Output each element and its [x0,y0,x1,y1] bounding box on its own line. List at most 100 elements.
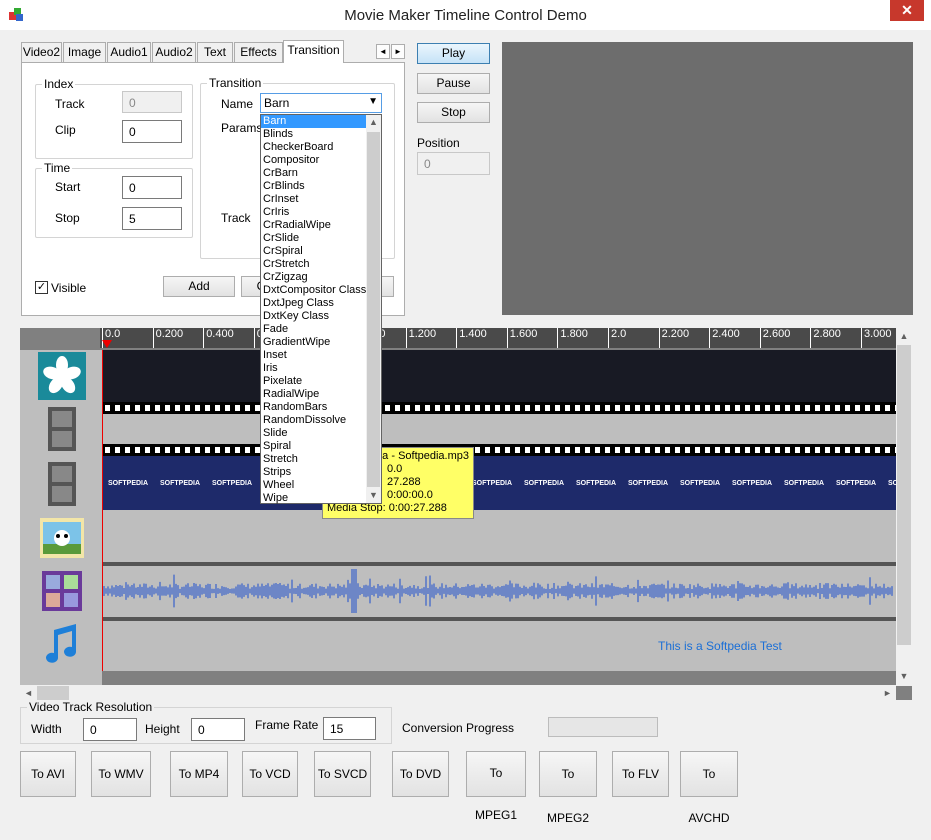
text-track[interactable]: This is a Softpedia Test [102,621,896,671]
video1-track[interactable] [102,414,896,444]
dropdown-item[interactable]: CrIris [261,206,381,219]
to-avi-button[interactable]: To AVI [20,751,76,797]
dropdown-item[interactable]: Iris [261,362,381,375]
visible-checkbox[interactable]: ✓ [35,281,48,294]
dropdown-item[interactable]: DxtJpeg Class [261,297,381,310]
dropdown-item[interactable]: CrBarn [261,167,381,180]
tab-image[interactable]: Image [63,42,106,62]
add-button[interactable]: Add [163,276,235,297]
scroll-right-icon[interactable]: ► [879,685,896,701]
to-wmv-button[interactable]: To WMV [91,751,151,797]
to-svcd-button[interactable]: To SVCD [314,751,371,797]
dropdown-item[interactable]: CrBlinds [261,180,381,193]
dropdown-item[interactable]: Spiral [261,440,381,453]
video2-track-icon [38,460,86,508]
horizontal-scroll-thumb[interactable] [37,686,69,700]
ruler-tick: 2.400 [709,328,740,348]
height-field[interactable]: 0 [191,718,245,741]
tab-scroll-right-button[interactable]: ► [391,44,405,59]
transition-track[interactable] [102,350,896,402]
start-field[interactable]: 0 [122,176,182,199]
tab-audio2[interactable]: Audio2 [152,42,196,62]
dropdown-item[interactable]: Compositor [261,154,381,167]
dropdown-scroll-thumb[interactable] [367,132,380,487]
transition-dropdown-list[interactable]: Barn Blinds CheckerBoard Compositor CrBarn Cr… [260,114,382,504]
video2-track[interactable]: SOFTPEDIA SOFTPEDIA SOFTPEDIA SOFTPEDIA SOFT… [102,456,896,510]
dropdown-item[interactable]: RandomDissolve [261,414,381,427]
dropdown-item[interactable]: Wipe [261,492,381,505]
playhead-marker[interactable] [102,340,112,348]
softpedia-label: SOFTPEDIA [108,480,149,487]
pause-button[interactable]: Pause [417,73,490,94]
dropdown-item[interactable]: CheckerBoard [261,141,381,154]
dropdown-item[interactable]: RandomBars [261,401,381,414]
tab-scroll-left-button[interactable]: ◄ [376,44,390,59]
scroll-left-icon[interactable]: ◄ [20,685,37,701]
dropdown-item[interactable]: Fade [261,323,381,336]
to-vcd-button[interactable]: To VCD [242,751,298,797]
tab-text[interactable]: Text [197,42,233,62]
transition-name-combo[interactable]: Barn ▼ [260,93,382,113]
dropdown-item[interactable]: Inset [261,349,381,362]
dropdown-scrollbar[interactable]: ▲ ▼ [366,115,381,503]
dropdown-item[interactable]: Blinds [261,128,381,141]
dropdown-item[interactable]: GradientWipe [261,336,381,349]
ruler-tick: 2.600 [759,328,790,348]
dropdown-item[interactable]: Stretch [261,453,381,466]
resolution-group-label: Video Track Resolution [27,700,155,714]
to-mpeg2-button[interactable]: To MPEG2 [539,751,597,825]
timeline-vertical-scrollbar[interactable]: ▲ ▼ [896,328,912,686]
scroll-up-icon[interactable]: ▲ [366,115,381,130]
scroll-down-icon[interactable]: ▼ [896,668,912,685]
tab-video2[interactable]: Video2 [21,42,62,62]
index-group: Index Track 0 Clip 0 [35,77,193,159]
dropdown-item[interactable]: Barn [261,115,367,128]
timeline-horizontal-scrollbar[interactable]: ◄ ► [20,685,896,701]
dropdown-item[interactable]: Wheel [261,479,381,492]
dropdown-item[interactable]: DxtCompositor Class [261,284,381,297]
video1-track-icon [38,405,86,453]
play-button[interactable]: Play [417,43,490,64]
height-label: Height [145,722,180,736]
width-field[interactable]: 0 [83,718,137,741]
dropdown-item[interactable]: CrZigzag [261,271,381,284]
ruler-tick: 2.0 [608,328,626,348]
softpedia-label: SOFTPEDIA [784,480,825,487]
vertical-scroll-thumb[interactable] [897,345,911,645]
tab-transition[interactable]: Transition [283,40,344,63]
tab-effects[interactable]: Effects [234,42,283,62]
clip-field[interactable]: 0 [122,120,182,143]
dropdown-item[interactable]: CrSpiral [261,245,381,258]
dropdown-item[interactable]: CrRadialWipe [261,219,381,232]
stop-field[interactable]: 5 [122,207,182,230]
conversion-progress-bar [548,717,658,737]
to-dvd-button[interactable]: To DVD [392,751,449,797]
time-group-label: Time [42,161,73,175]
audio-track-icon [38,567,86,615]
video1-filmstrip-top [102,402,896,414]
audio-track[interactable] [102,566,896,617]
image-track[interactable] [102,510,896,562]
dropdown-item[interactable]: CrSlide [261,232,381,245]
dropdown-item[interactable]: Slide [261,427,381,440]
to-avchd-button[interactable]: To AVCHD [680,751,738,825]
scroll-down-icon[interactable]: ▼ [366,488,381,503]
stop-button[interactable]: Stop [417,102,490,123]
scroll-up-icon[interactable]: ▲ [896,328,912,345]
clip-label: Clip [55,123,76,137]
tab-audio1[interactable]: Audio1 [107,42,151,62]
close-button[interactable]: ✕ [890,0,924,21]
ruler-tick: 0.400 [203,328,234,348]
dropdown-item[interactable]: CrStretch [261,258,381,271]
dropdown-item[interactable]: Strips [261,466,381,479]
dropdown-item[interactable]: CrInset [261,193,381,206]
to-mpeg1-button[interactable]: To MPEG1 [466,751,526,822]
dropdown-item[interactable]: DxtKey Class [261,310,381,323]
dropdown-item[interactable]: Pixelate [261,375,381,388]
transition-track-label: Track [221,211,251,225]
dropdown-item[interactable]: RadialWipe [261,388,381,401]
to-mp4-button[interactable]: To MP4 [170,751,228,797]
transition-group-label: Transition [207,76,264,90]
frame-rate-field[interactable]: 15 [323,717,376,740]
to-flv-button[interactable]: To FLV [612,751,669,797]
